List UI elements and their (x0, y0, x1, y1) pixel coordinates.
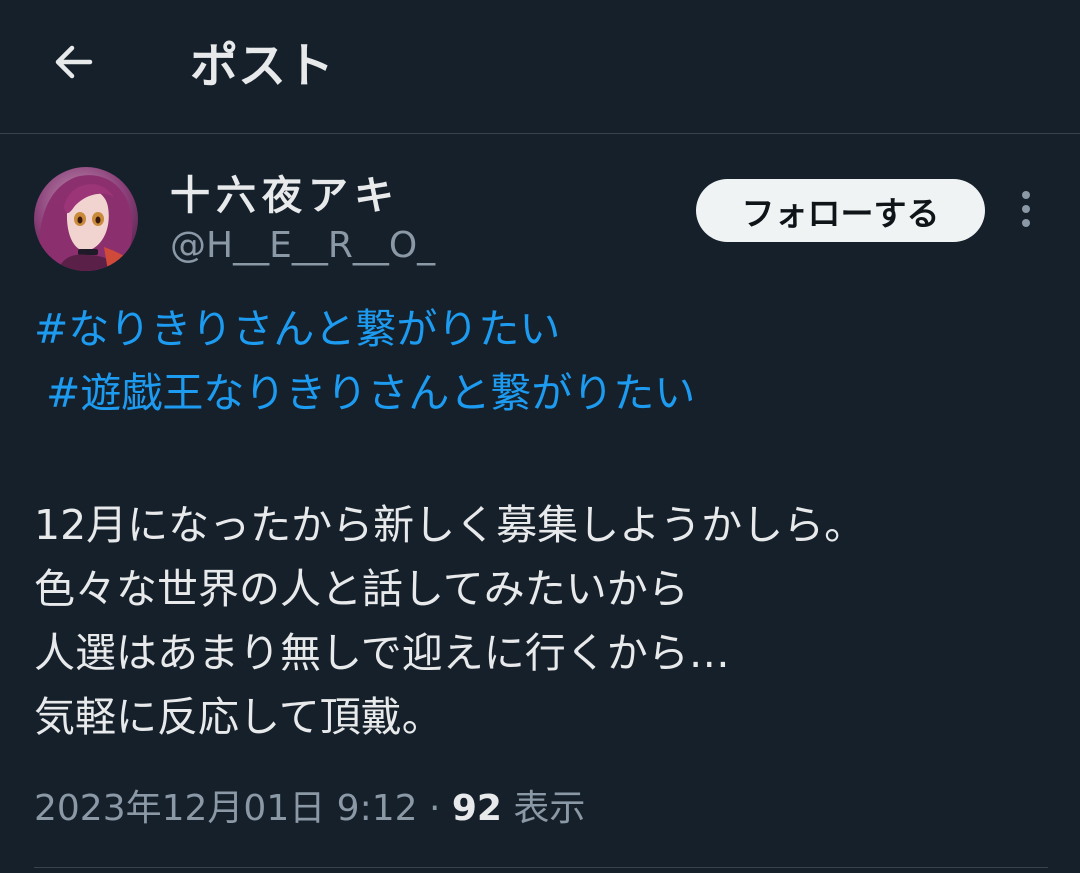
more-options-button[interactable] (1006, 188, 1046, 234)
tweet-body-line: 色々な世界の人と話してみたいから (34, 565, 689, 613)
tweet-body-line: 人選はあまり無しで迎えに行くから… (34, 629, 730, 677)
author-display-name[interactable]: 十六夜アキ (170, 170, 400, 222)
post-timestamp[interactable]: 2023年12月01日 9:12 (34, 788, 418, 829)
meta-separator: · (417, 788, 452, 829)
views-label: 表示 (501, 788, 586, 829)
tweet-body-line: 12月になったから新しく募集しようかしら。 (34, 501, 866, 549)
page-title: ポスト (190, 38, 335, 94)
author-handle[interactable]: @H__E__R__O_ (170, 222, 435, 270)
hashtag-link[interactable]: #遊戯王なりきりさんと繋がりたい (46, 369, 695, 417)
divider (34, 867, 1048, 868)
views-count[interactable]: 92 (452, 788, 502, 829)
avatar[interactable] (34, 167, 138, 271)
top-bar: ポスト (0, 0, 1080, 134)
post-meta: 2023年12月01日 9:12 · 92 表示 (34, 784, 585, 834)
tweet-hashtag-line: #なりきりさんと繋がりたい (34, 297, 1054, 361)
tweet-hashtag-line: #遊戯王なりきりさんと繋がりたい (46, 361, 1066, 425)
back-button[interactable] (38, 28, 110, 100)
tweet-body-line: 気軽に反応して頂戴。 (34, 693, 443, 741)
more-vertical-icon (1020, 189, 1032, 233)
follow-button[interactable]: フォローする (696, 179, 985, 242)
hashtag-link[interactable]: #なりきりさんと繋がりたい (34, 305, 560, 353)
arrow-left-icon (50, 38, 98, 90)
